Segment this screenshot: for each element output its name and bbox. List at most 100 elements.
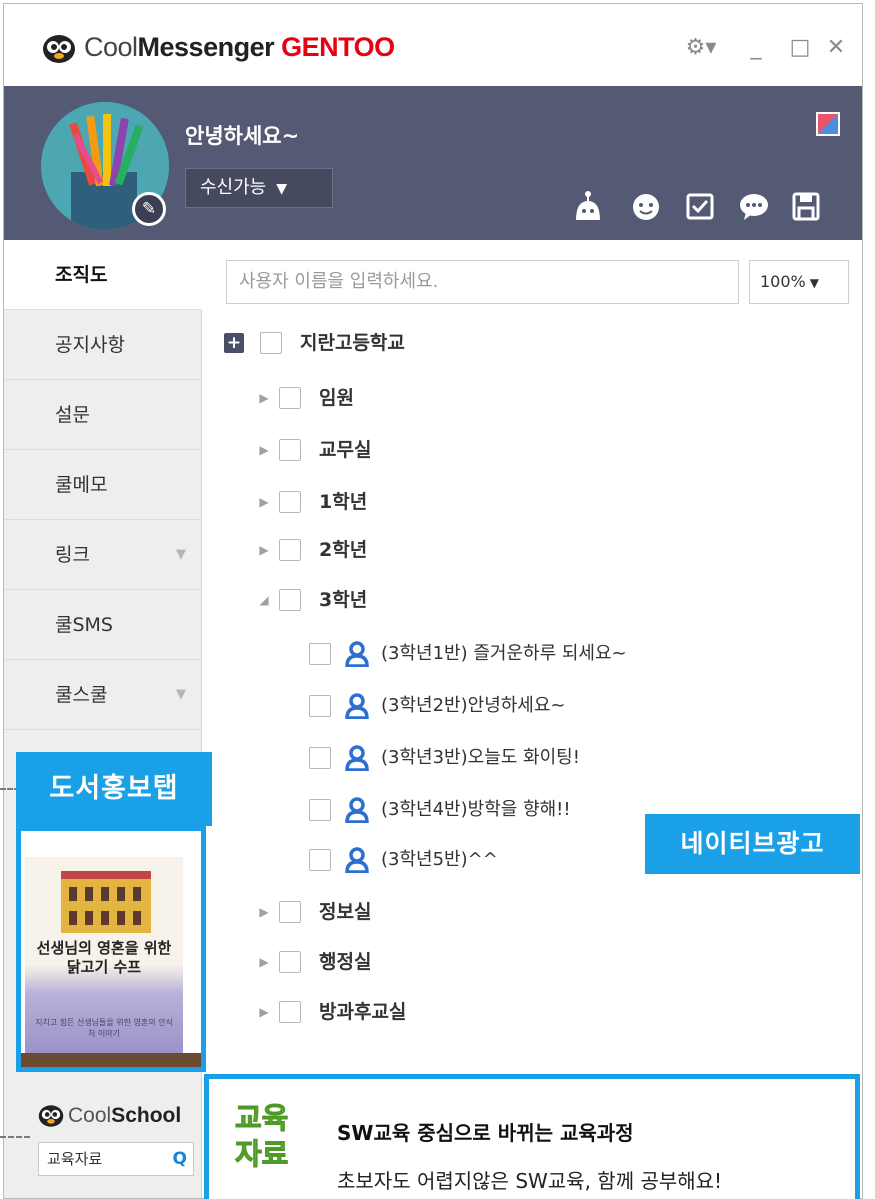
tree-label: 방과후교실 — [319, 1001, 407, 1023]
book-cover-image: 선생님의 영혼을 위한 닭고기 수프 지치고 힘든 선생님들을 위한 영혼의 안… — [25, 857, 183, 1053]
tree-label: 행정실 — [319, 951, 372, 973]
profile-greeting[interactable]: 안녕하세요~ — [185, 120, 299, 150]
tree-checkbox[interactable] — [309, 643, 331, 665]
checkbox-task-icon[interactable] — [684, 190, 716, 222]
book-building-illustration — [61, 871, 151, 933]
coolschool-title-b: School — [111, 1104, 182, 1127]
tree-group-row[interactable]: ▶ 1학년 — [255, 482, 655, 522]
expand-arrow-icon[interactable]: ▶ — [255, 992, 273, 1032]
coolschool-search-input[interactable]: 교육자료 Q — [38, 1142, 194, 1176]
tree-root-row[interactable]: + 지란고등학교 — [224, 323, 624, 363]
close-button[interactable]: ✕ — [822, 34, 850, 62]
coolschool-title-a: Cool — [68, 1104, 112, 1127]
sidebar-item-coolmemo[interactable]: 쿨메모 — [4, 450, 202, 520]
sidebar-item-coolschool[interactable]: 쿨스쿨 ▼ — [4, 660, 202, 730]
expand-plus-icon[interactable]: + — [224, 333, 244, 353]
message-bubble-icon[interactable] — [738, 190, 770, 222]
tree-checkbox[interactable] — [279, 539, 301, 561]
sidebar-item-label: 쿨메모 — [55, 474, 108, 496]
sidebar-item-label: 쿨스쿨 — [55, 684, 108, 706]
tree-label: 교무실 — [319, 439, 372, 461]
tree-label: (3학년5반)^^ — [381, 849, 498, 870]
coolschool-widget: CoolSchool 교육자료 Q — [32, 1100, 196, 1190]
user-person-icon — [345, 641, 369, 667]
tree-label: 임원 — [319, 387, 354, 409]
tree-checkbox[interactable] — [279, 491, 301, 513]
chevron-down-icon: ▼ — [809, 276, 819, 290]
tree-group-row[interactable]: ▶ 2학년 — [255, 530, 655, 570]
tree-member-row[interactable]: (3학년1반) 즐거운하루 되세요~ — [309, 634, 849, 674]
expand-arrow-icon[interactable]: ▶ — [255, 892, 273, 932]
tree-checkbox[interactable] — [279, 951, 301, 973]
settings-gear-icon[interactable]: ⚙▾ — [681, 34, 721, 62]
tree-group-row[interactable]: ▶ 임원 — [255, 378, 655, 418]
user-search-input[interactable]: 사용자 이름을 입력하세요. — [226, 260, 739, 304]
tree-checkbox[interactable] — [260, 332, 282, 354]
sidebar-item-label: 조직도 — [55, 264, 108, 286]
tree-group-row[interactable]: ▶ 행정실 — [255, 942, 655, 982]
sidebar-item-org-chart[interactable]: 조직도 — [4, 240, 202, 310]
zoom-select[interactable]: 100% ▼ — [749, 260, 849, 304]
tree-label: 3학년 — [319, 589, 368, 611]
tree-checkbox[interactable] — [309, 799, 331, 821]
expand-arrow-icon[interactable]: ▶ — [255, 530, 273, 570]
edit-avatar-pencil-icon[interactable]: ✎ — [132, 192, 166, 226]
tree-checkbox[interactable] — [279, 901, 301, 923]
tree-label: 지란고등학교 — [300, 332, 405, 354]
book-promo-banner[interactable]: 선생님의 영혼을 위한 닭고기 수프 지치고 힘든 선생님들을 위한 영혼의 안… — [16, 826, 206, 1072]
tree-label: (3학년3반)오늘도 화이팅! — [381, 747, 580, 768]
bot-icon[interactable] — [572, 190, 604, 222]
tree-member-row[interactable]: (3학년2반)안녕하세요~ — [309, 686, 849, 726]
app-title-part3: GENTOO — [281, 32, 395, 62]
profile-header: ✎ 안녕하세요~ 수신가능 ▼ — [4, 86, 862, 240]
tree-label: 2학년 — [319, 539, 368, 561]
tree-checkbox[interactable] — [309, 695, 331, 717]
theme-palette-icon[interactable] — [816, 112, 840, 136]
collapse-arrow-icon[interactable]: ◢ — [255, 580, 273, 620]
expand-arrow-icon[interactable]: ▶ — [255, 378, 273, 418]
tree-checkbox[interactable] — [279, 1001, 301, 1023]
chevron-down-icon: ▼ — [176, 547, 186, 562]
book-subtitle: 지치고 힘든 선생님들을 위한 영혼의 안식처 이야기 — [35, 1018, 173, 1038]
sidebar-item-label: 링크 — [55, 544, 90, 566]
tree-label: 1학년 — [319, 491, 368, 513]
tree-group-row[interactable]: ▶ 방과후교실 — [255, 992, 655, 1032]
tree-group-row-expanded[interactable]: ◢ 3학년 — [255, 580, 655, 620]
tree-checkbox[interactable] — [279, 589, 301, 611]
expand-arrow-icon[interactable]: ▶ — [255, 942, 273, 982]
ad-description: 초보자도 어렵지않은 SW교육, 함께 공부해요! — [337, 1169, 723, 1193]
sidebar-item-survey[interactable]: 설문 — [4, 380, 202, 450]
expand-arrow-icon[interactable]: ▶ — [255, 482, 273, 522]
ad-badge-line2: 자료 — [234, 1137, 289, 1172]
penguin-logo-icon — [43, 35, 75, 63]
tree-label: 정보실 — [319, 901, 372, 923]
tree-group-row[interactable]: ▶ 정보실 — [255, 892, 655, 932]
coolschool-title: CoolSchool — [68, 1104, 181, 1128]
user-person-icon — [345, 797, 369, 823]
status-dropdown[interactable]: 수신가능 ▼ — [185, 168, 333, 208]
native-ad-banner[interactable]: 교육 자료 SW교육 중심으로 바뀌는 교육과정 초보자도 어렵지않은 SW교육… — [204, 1074, 860, 1199]
save-disk-icon[interactable] — [790, 190, 822, 222]
minimize-button[interactable]: _ — [742, 34, 770, 62]
sidebar-item-links[interactable]: 링크 ▼ — [4, 520, 202, 590]
user-person-icon — [345, 745, 369, 771]
sidebar-item-notices[interactable]: 공지사항 — [4, 310, 202, 380]
tree-checkbox[interactable] — [309, 747, 331, 769]
tree-checkbox[interactable] — [279, 439, 301, 461]
maximize-button[interactable]: □ — [786, 34, 814, 62]
tree-member-row[interactable]: (3학년3반)오늘도 화이팅! — [309, 738, 849, 778]
expand-arrow-icon[interactable]: ▶ — [255, 430, 273, 470]
smiley-chat-icon[interactable] — [630, 190, 662, 222]
ad-badge-line1: 교육 — [234, 1101, 289, 1136]
search-icon[interactable]: Q — [173, 1143, 187, 1175]
sidebar-item-label: 쿨SMS — [55, 614, 113, 636]
sidebar-item-label: 설문 — [55, 404, 90, 426]
sidebar-item-coolsms[interactable]: 쿨SMS — [4, 590, 202, 660]
status-label: 수신가능 — [200, 177, 267, 198]
tree-group-row[interactable]: ▶ 교무실 — [255, 430, 655, 470]
tree-checkbox[interactable] — [279, 387, 301, 409]
app-title: CoolMessenger GENTOO — [84, 32, 395, 63]
app-title-part1: Cool — [84, 32, 138, 62]
tree-checkbox[interactable] — [309, 849, 331, 871]
chevron-down-icon: ▼ — [276, 181, 288, 197]
